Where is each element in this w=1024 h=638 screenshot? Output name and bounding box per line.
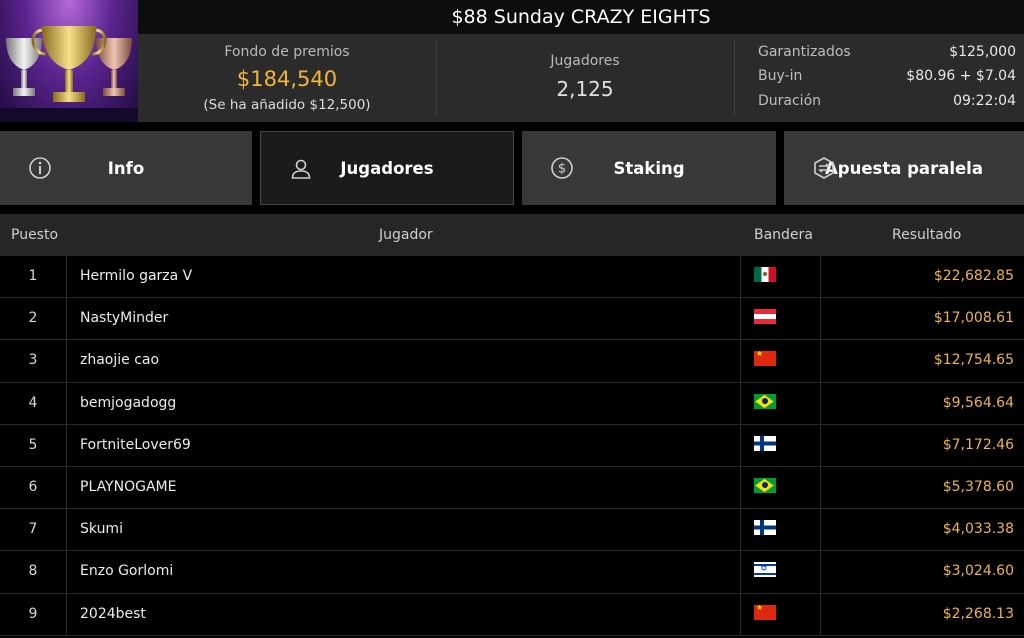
divider: [740, 466, 741, 509]
country-flag-icon: [754, 477, 776, 493]
divider: [740, 256, 741, 298]
result-cell: $12,754.65: [933, 352, 1014, 369]
divider: [820, 593, 821, 635]
prize-added-note: (Se ha añadido $12,500): [203, 97, 371, 113]
divider: [820, 340, 821, 382]
country-flag-icon: [754, 267, 776, 282]
rank-cell: 8: [0, 551, 67, 593]
table-row[interactable]: 6 PLAYNOGAME $5,378.60: [0, 466, 1024, 510]
country-flag-icon: [754, 562, 776, 578]
svg-text:$: $: [558, 162, 566, 177]
country-flag-icon: [754, 435, 776, 451]
table-row[interactable]: 8 Enzo Gorlomi $3,024.60: [0, 551, 1024, 594]
detail-value: 09:22:04: [953, 93, 1016, 109]
player-name[interactable]: Skumi: [80, 509, 123, 549]
rank-cell: 4: [0, 382, 67, 424]
country-flag-icon: [754, 393, 776, 409]
divider: [820, 509, 821, 551]
results-table-header: Puesto Jugador Bandera Resultado: [0, 214, 1024, 256]
player-name[interactable]: 2024best: [80, 594, 146, 634]
prize-pool-value: $184,540: [236, 67, 338, 91]
tournament-info-bar: Fondo de premios $184,540 (Se ha añadido…: [138, 34, 1024, 122]
divider: [740, 509, 741, 551]
country-flag-icon: [754, 604, 776, 620]
divider: [740, 298, 741, 340]
rank-cell: 9: [0, 593, 67, 635]
divider: [740, 551, 741, 593]
player-name[interactable]: NastyMinder: [80, 298, 168, 338]
detail-value: $80.96 + $7.04: [906, 68, 1016, 84]
country-flag-icon: [754, 351, 776, 367]
divider: [820, 256, 821, 298]
tournament-details: Garantizados $125,000 Buy-in $80.96 + $7…: [734, 34, 1024, 122]
header-rank[interactable]: Puesto: [11, 227, 58, 243]
divider: [740, 424, 741, 466]
detail-label: Garantizados: [758, 44, 851, 60]
header-player[interactable]: Jugador: [379, 227, 433, 243]
detail-row-buyin: Buy-in $80.96 + $7.04: [758, 68, 1016, 88]
table-row[interactable]: 9 2024best $2,268.13: [0, 593, 1024, 636]
player-name[interactable]: bemjogadogg: [80, 383, 176, 423]
title-bar: $88 Sunday CRAZY EIGHTS: [138, 0, 1024, 34]
result-cell: $17,008.61: [933, 310, 1014, 327]
info-icon: [28, 156, 52, 180]
tab-players[interactable]: Jugadores: [260, 131, 514, 205]
detail-label: Buy-in: [758, 68, 803, 84]
player-name[interactable]: zhaojie cao: [80, 340, 159, 380]
table-row[interactable]: 1 Hermilo garza V $22,682.85: [0, 256, 1024, 299]
prize-pool-label: Fondo de premios: [224, 44, 350, 60]
result-cell: $2,268.13: [942, 605, 1014, 622]
tournament-title: $88 Sunday CRAZY EIGHTS: [451, 6, 711, 28]
divider: [740, 382, 741, 424]
user-icon: [289, 157, 313, 181]
rank-cell: 2: [0, 298, 67, 340]
results-table-body: 1 Hermilo garza V $22,682.85 2 NastyMinder $1…: [0, 256, 1024, 636]
detail-row-duration: Duración 09:22:04: [758, 93, 1016, 113]
header-result[interactable]: Resultado: [892, 227, 961, 243]
trophy-image: [0, 0, 138, 122]
result-cell: $3,024.60: [942, 563, 1014, 580]
divider: [820, 382, 821, 424]
rank-cell: 6: [0, 466, 67, 509]
detail-label: Duración: [758, 93, 822, 109]
dollar-coin-icon: $: [550, 156, 574, 180]
table-row[interactable]: 3 zhaojie cao $12,754.65: [0, 340, 1024, 383]
result-cell: $5,378.60: [942, 478, 1014, 495]
rank-cell: 1: [0, 256, 67, 298]
table-row[interactable]: 4 bemjogadogg $9,564.64: [0, 382, 1024, 425]
result-cell: $4,033.38: [942, 521, 1014, 538]
rank-cell: 7: [0, 509, 67, 551]
player-count: Jugadores 2,125: [436, 34, 734, 122]
table-row[interactable]: 7 Skumi $4,033.38: [0, 509, 1024, 552]
country-flag-icon: [754, 520, 776, 536]
player-name[interactable]: Enzo Gorlomi: [80, 551, 173, 591]
table-row[interactable]: 5 FortniteLover69 $7,172.46: [0, 424, 1024, 467]
divider: [740, 340, 741, 382]
player-name[interactable]: FortniteLover69: [80, 425, 191, 465]
player-count-value: 2,125: [556, 77, 614, 101]
divider: [820, 466, 821, 509]
detail-value: $125,000: [949, 44, 1016, 60]
rank-cell: 3: [0, 340, 67, 382]
table-row[interactable]: 2 NastyMinder $17,008.61: [0, 298, 1024, 341]
divider: [820, 298, 821, 340]
player-name[interactable]: PLAYNOGAME: [80, 467, 176, 507]
result-cell: $22,682.85: [933, 268, 1014, 284]
tab-staking[interactable]: $ Staking: [522, 131, 776, 205]
result-cell: $7,172.46: [942, 436, 1014, 453]
result-cell: $9,564.64: [942, 394, 1014, 411]
header-flag[interactable]: Bandera: [754, 227, 813, 243]
prize-pool: Fondo de premios $184,540 (Se ha añadido…: [138, 34, 436, 122]
divider: [820, 424, 821, 466]
tab-info[interactable]: Info: [0, 131, 252, 205]
divider: [820, 551, 821, 593]
rank-cell: 5: [0, 424, 67, 466]
player-name[interactable]: Hermilo garza V: [80, 256, 192, 296]
tab-side-bet[interactable]: Apuesta paralela: [784, 131, 1024, 205]
country-flag-icon: [754, 309, 776, 325]
divider: [740, 593, 741, 635]
side-bet-icon: [812, 156, 836, 180]
detail-row-guaranteed: Garantizados $125,000: [758, 44, 1016, 64]
player-count-label: Jugadores: [550, 53, 620, 69]
